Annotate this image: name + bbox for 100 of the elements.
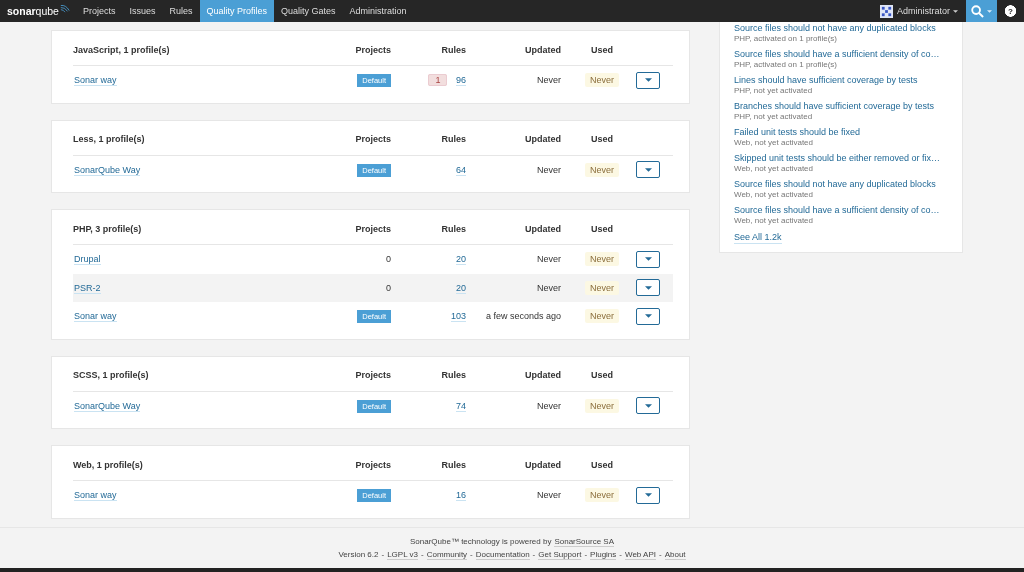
- actions-dropdown-button[interactable]: [636, 161, 660, 179]
- search-icon: [971, 4, 984, 18]
- column-header: Updated: [524, 459, 561, 470]
- caret-icon: [644, 257, 652, 262]
- rules-count-link[interactable]: 96: [456, 75, 466, 87]
- rule-activation-info: Web, not yet activated: [734, 164, 814, 174]
- profile-name-link[interactable]: Sonar way: [74, 311, 117, 323]
- updated-date: Never: [536, 164, 561, 175]
- used-badge: Never: [585, 73, 619, 88]
- profile-name-link[interactable]: Sonar way: [74, 490, 117, 502]
- column-header: Updated: [524, 134, 561, 144]
- rule-link[interactable]: Source files should have a sufficient density of co…: [734, 204, 948, 216]
- nav-item[interactable]: Quality Gates: [274, 0, 343, 22]
- rule-activation-info: PHP, activated on 1 profile(s): [734, 60, 838, 70]
- footer-link[interactable]: Documentation: [475, 549, 530, 560]
- column-header: Updated: [524, 44, 561, 55]
- rule-activation-info: Web, not yet activated: [734, 190, 814, 200]
- rule-activation-info: PHP, activated on 1 profile(s): [734, 34, 838, 44]
- search-button[interactable]: [966, 0, 997, 22]
- updated-date: Never: [536, 400, 561, 411]
- footer-link[interactable]: SonarSource SA: [554, 536, 614, 547]
- separator-text: -: [532, 549, 536, 559]
- caret-icon: [644, 493, 652, 498]
- profile-name-link[interactable]: Drupal: [74, 254, 101, 266]
- updated-date: Never: [536, 254, 561, 265]
- language-title: JavaScript, 1 profile(s): [73, 44, 171, 55]
- column-header: Updated: [524, 370, 561, 380]
- rule-link[interactable]: Branches should have sufficient coverage by tests: [734, 100, 948, 112]
- project-count: 0: [386, 254, 391, 265]
- updated-date: Never: [536, 75, 561, 86]
- profile-name-link[interactable]: SonarQube Way: [74, 400, 141, 412]
- footer-link[interactable]: Get Support: [538, 549, 582, 560]
- powered-by-text: SonarQube™ technology is powered by: [410, 536, 552, 546]
- rules-count-link[interactable]: 103: [450, 311, 466, 323]
- footer-link[interactable]: About: [664, 549, 686, 560]
- footer-link[interactable]: LGPL v3: [387, 549, 418, 560]
- rule-activation-info: PHP, not yet activated: [734, 86, 814, 96]
- actions-dropdown-button[interactable]: [636, 279, 660, 297]
- rules-count-link[interactable]: 20: [456, 254, 466, 266]
- caret-icon: [953, 9, 958, 13]
- version-text: Version 6.2: [338, 549, 379, 559]
- column-header: Projects: [354, 223, 391, 234]
- column-header: Used: [590, 370, 614, 380]
- rule-link[interactable]: Skipped unit tests should be either removed or fix…: [734, 152, 948, 164]
- user-menu[interactable]: Administrator: [897, 0, 966, 22]
- updated-date: Never: [536, 490, 561, 501]
- caret-icon: [644, 78, 652, 83]
- profile-name-link[interactable]: Sonar way: [74, 75, 117, 87]
- nav-item[interactable]: Rules: [162, 0, 200, 22]
- used-badge: Never: [585, 252, 619, 267]
- used-badge: Never: [585, 488, 619, 503]
- actions-dropdown-button[interactable]: [636, 307, 660, 325]
- actions-dropdown-button[interactable]: [636, 486, 660, 504]
- footer-link[interactable]: Community: [426, 549, 468, 560]
- column-header: Rules: [440, 459, 466, 470]
- updated-date: Never: [536, 282, 561, 293]
- actions-dropdown-button[interactable]: [636, 397, 660, 415]
- caret-icon: [644, 167, 652, 172]
- caret-icon: [644, 314, 652, 319]
- column-header: Projects: [354, 459, 391, 470]
- rules-count-link[interactable]: 64: [456, 164, 466, 176]
- column-header: Used: [590, 134, 614, 144]
- caret-icon: [644, 285, 652, 290]
- nav-item[interactable]: Projects: [75, 0, 123, 22]
- rule-link[interactable]: Source files should have a sufficient density of co…: [734, 48, 948, 60]
- rules-count-link[interactable]: 16: [456, 490, 466, 502]
- see-all-link[interactable]: See All 1.2k: [734, 232, 782, 244]
- profile-name-link[interactable]: PSR-2: [74, 282, 101, 294]
- logo[interactable]: sonarqube: [0, 0, 76, 22]
- used-badge: Never: [585, 162, 619, 177]
- column-header: Projects: [354, 370, 391, 380]
- actions-dropdown-button[interactable]: [636, 71, 660, 89]
- used-badge: Never: [585, 398, 619, 413]
- rule-link[interactable]: Source files should not have any duplicated blocks: [734, 178, 948, 190]
- rule-link[interactable]: Source files should not have any duplicated blocks: [734, 22, 948, 34]
- column-header: Rules: [440, 223, 466, 234]
- rules-count-link[interactable]: 20: [456, 282, 466, 294]
- project-count: 0: [386, 282, 391, 293]
- column-header: Rules: [440, 44, 466, 55]
- rule-link[interactable]: Lines should have sufficient coverage by tests: [734, 74, 948, 86]
- profile-name-link[interactable]: SonarQube Way: [74, 164, 141, 176]
- rules-count-link[interactable]: 74: [456, 400, 466, 412]
- language-title: Less, 1 profile(s): [73, 134, 146, 144]
- footer-link[interactable]: Web API: [625, 549, 656, 560]
- column-header: Updated: [524, 223, 561, 234]
- column-header: Used: [590, 223, 614, 234]
- column-header: Used: [590, 459, 614, 470]
- nav-item[interactable]: Administration: [342, 0, 414, 22]
- language-title: PHP, 3 profile(s): [73, 223, 143, 234]
- caret-icon: [987, 9, 992, 13]
- nav-item[interactable]: Issues: [122, 0, 163, 22]
- caret-icon: [644, 403, 652, 408]
- rule-activation-info: Web, not yet activated: [734, 216, 814, 226]
- used-badge: Never: [585, 309, 619, 324]
- actions-dropdown-button[interactable]: [636, 250, 660, 268]
- rule-activation-info: Web, not yet activated: [734, 138, 814, 148]
- footer-link[interactable]: Plugins: [590, 549, 617, 560]
- separator-text: -: [659, 549, 662, 559]
- column-header: Rules: [440, 370, 466, 380]
- rule-link[interactable]: Failed unit tests should be fixed: [734, 126, 948, 138]
